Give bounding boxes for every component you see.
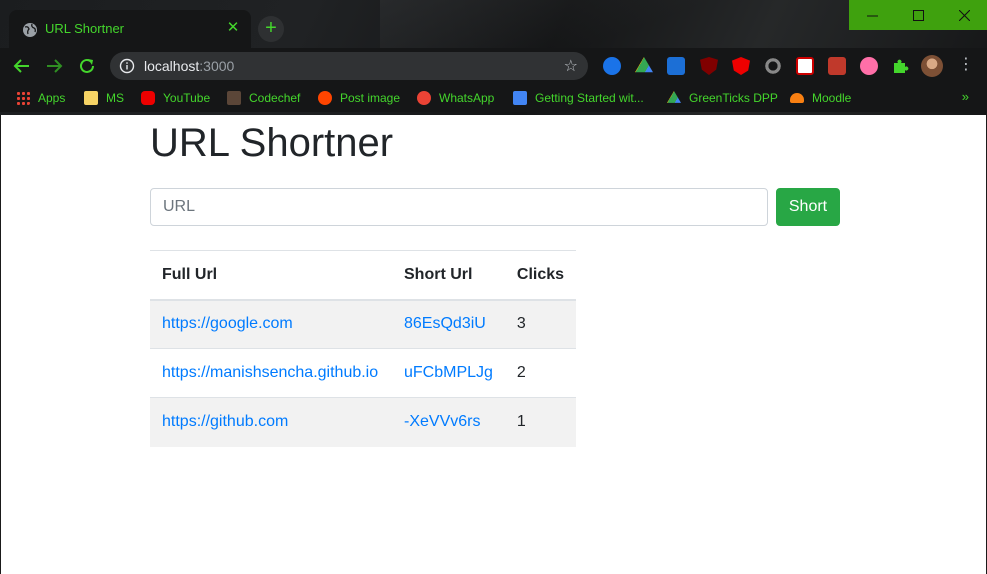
toolbar: localhost:3000 ☆: [0, 48, 987, 84]
bookmark-label: GreenTicks DPP: [689, 91, 778, 105]
table-row: https://manishsencha.github.io uFCbMPLJg…: [150, 348, 577, 398]
short-url-link[interactable]: uFCbMPLJg: [404, 364, 493, 381]
reload-icon[interactable]: [76, 55, 98, 77]
table-row: https://github.com -XeVVv6rs 1: [150, 397, 577, 447]
page-content: URL Shortner Short Full Url Short Url Cl…: [0, 115, 987, 574]
table-row: https://google.com 86EsQd3iU 3: [150, 299, 577, 349]
tab-close-icon[interactable]: ✕: [223, 18, 243, 38]
minimize-icon: [866, 15, 878, 16]
bookmark-getting-started[interactable]: Getting Started wit...: [513, 89, 644, 107]
bookmark-moodle[interactable]: Moodle: [790, 89, 851, 107]
window-controls: [849, 0, 987, 30]
header-clicks: Clicks: [504, 250, 577, 301]
bookmark-label: Moodle: [812, 91, 852, 105]
short-button[interactable]: Short: [776, 188, 840, 226]
docs-icon: [513, 91, 527, 105]
bookmark-greenticks[interactable]: GreenTicks DPP: [667, 89, 778, 107]
clicks-cell: 2: [504, 348, 577, 398]
tab-active[interactable]: URL Shortner ✕: [9, 10, 251, 48]
back-arrow-icon[interactable]: [11, 55, 33, 77]
extensions-puzzle-icon[interactable]: [891, 57, 909, 75]
folder-icon: [84, 91, 98, 105]
maximize-button[interactable]: [895, 0, 941, 30]
tab-title: URL Shortner: [45, 21, 124, 36]
bookmark-whatsapp[interactable]: WhatsApp: [417, 89, 494, 107]
full-url-link[interactable]: https://google.com: [162, 315, 293, 332]
full-url-link[interactable]: https://github.com: [162, 413, 288, 430]
bookmark-label: Getting Started wit...: [535, 91, 644, 105]
extension-blue-globe-icon[interactable]: [603, 57, 621, 75]
browser-chrome: URL Shortner ✕ + localhost:3000 ☆ ⋮ Apps…: [0, 0, 987, 115]
short-url-link[interactable]: 86EsQd3iU: [404, 315, 486, 332]
bookmarks-overflow-icon[interactable]: »: [962, 89, 969, 104]
drive-icon: [667, 91, 681, 103]
bookmark-codechef[interactable]: Codechef: [227, 89, 300, 107]
bookmark-apps[interactable]: Apps: [16, 89, 65, 107]
bookmarks-bar: Apps MS YouTube Codechef Post image What…: [0, 84, 987, 112]
new-tab-button[interactable]: +: [258, 16, 284, 42]
table-header-row: Full Url Short Url Clicks: [150, 250, 577, 301]
reddit-icon: [318, 91, 332, 105]
header-full-url: Full Url: [150, 250, 392, 301]
bookmark-star-icon[interactable]: ☆: [564, 56, 578, 76]
address-bar[interactable]: localhost:3000 ☆: [110, 52, 588, 80]
address-text: localhost:3000: [144, 58, 234, 74]
bookmark-label: Codechef: [249, 91, 301, 105]
address-port: :3000: [199, 58, 235, 74]
url-input[interactable]: [150, 188, 768, 226]
info-icon[interactable]: [119, 58, 135, 74]
page-title: URL Shortner: [150, 121, 394, 165]
extension-s-icon[interactable]: [667, 57, 685, 75]
google-drive-icon[interactable]: [635, 57, 653, 73]
full-url-cell: https://manishsencha.github.io: [150, 348, 392, 398]
extension-pink-icon[interactable]: [860, 57, 878, 75]
full-url-cell: https://google.com: [150, 299, 392, 349]
bookmark-label: YouTube: [163, 91, 211, 105]
flash-icon[interactable]: [828, 57, 846, 75]
globe-icon: [23, 23, 37, 37]
alert-icon: [417, 91, 431, 105]
clicks-cell: 3: [504, 299, 577, 349]
menu-kebab-icon[interactable]: ⋮: [958, 55, 974, 77]
header-short-url: Short Url: [392, 250, 505, 301]
bookmark-ms[interactable]: MS: [84, 89, 124, 107]
address-host: localhost: [144, 58, 200, 74]
full-url-cell: https://github.com: [150, 397, 392, 447]
bookmark-post-image[interactable]: Post image: [318, 89, 400, 107]
bookmark-label: MS: [106, 91, 124, 105]
clicks-cell: 1: [504, 397, 577, 447]
bookmark-youtube[interactable]: YouTube: [141, 89, 210, 107]
youtube-icon: [141, 91, 155, 105]
apps-grid-icon: [16, 91, 30, 105]
bookmark-label: Post image: [340, 91, 401, 105]
ublock-origin-icon[interactable]: [700, 57, 718, 75]
close-window-button[interactable]: [941, 0, 987, 30]
close-icon: [958, 9, 970, 21]
moodle-icon: [790, 93, 804, 103]
full-url-link[interactable]: https://manishsencha.github.io: [162, 364, 378, 381]
bookmark-label: WhatsApp: [439, 91, 495, 105]
short-url-cell: -XeVVv6rs: [392, 397, 505, 447]
forward-arrow-icon[interactable]: [43, 55, 65, 77]
codechef-icon: [227, 91, 241, 105]
short-url-link[interactable]: -XeVVv6rs: [404, 413, 480, 430]
minimize-button[interactable]: [849, 0, 895, 30]
profile-avatar[interactable]: [921, 55, 943, 77]
extension-camera-icon[interactable]: [764, 57, 782, 75]
short-url-cell: uFCbMPLJg: [392, 348, 505, 398]
bookmark-label: Apps: [38, 91, 66, 105]
short-url-cell: 86EsQd3iU: [392, 299, 505, 349]
mcafee-icon[interactable]: [796, 57, 814, 75]
urls-table: Full Url Short Url Clicks https://google…: [150, 250, 577, 447]
maximize-icon: [912, 9, 924, 21]
video-shield-icon[interactable]: [732, 57, 750, 75]
